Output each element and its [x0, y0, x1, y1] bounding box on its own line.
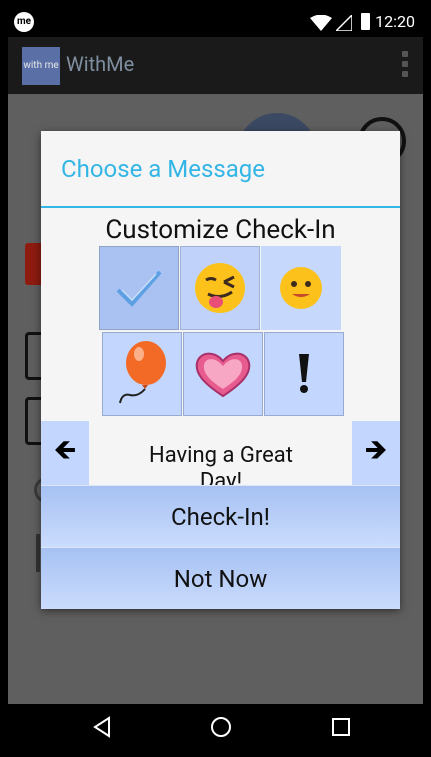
previous-arrow-button[interactable]: 🡸: [41, 421, 89, 485]
arrow-right-icon: 🡺: [364, 433, 388, 466]
background-divider: [36, 534, 40, 572]
choose-message-dialog: Choose a Message Customize Check-In 🡸 Ha…: [41, 131, 400, 609]
navigation-bar: [8, 704, 423, 750]
signal-icon: [336, 15, 352, 31]
action-bar: with me WithMe: [8, 37, 423, 94]
app-logo[interactable]: with me: [22, 47, 60, 85]
checkmark-icon[interactable]: [99, 246, 179, 330]
exclamation-icon[interactable]: [264, 332, 344, 416]
heart-icon[interactable]: [183, 332, 263, 416]
next-arrow-button[interactable]: 🡺: [352, 421, 400, 485]
clock: 12:20: [375, 12, 415, 31]
arrow-left-icon: 🡸: [53, 433, 77, 466]
customize-checkin-heading: Customize Check-In: [105, 215, 336, 245]
message-text: Having a Great Day!: [149, 443, 293, 485]
check-in-button[interactable]: Check-In!: [41, 485, 400, 547]
app-title: WithMe: [66, 52, 135, 76]
app-notification-icon: me: [14, 12, 34, 32]
winking-tongue-emoji-icon[interactable]: [180, 246, 260, 330]
status-bar: me 12:20: [8, 7, 423, 37]
recent-apps-icon[interactable]: [329, 715, 353, 739]
overflow-menu-icon[interactable]: [402, 51, 408, 81]
balloon-icon[interactable]: [102, 332, 182, 416]
home-icon[interactable]: [209, 715, 233, 739]
dialog-title: Choose a Message: [61, 155, 265, 183]
screen: me 12:20 with me WithMe Choose a Message…: [8, 7, 423, 750]
wifi-icon: [310, 15, 332, 31]
emoji-grid: [99, 246, 344, 422]
smiling-face-emoji-icon[interactable]: [261, 246, 341, 330]
back-icon[interactable]: [90, 715, 114, 739]
title-divider: [41, 206, 400, 208]
not-now-button[interactable]: Not Now: [41, 547, 400, 609]
device-frame: me 12:20 with me WithMe Choose a Message…: [0, 0, 431, 757]
battery-icon: [361, 13, 370, 30]
